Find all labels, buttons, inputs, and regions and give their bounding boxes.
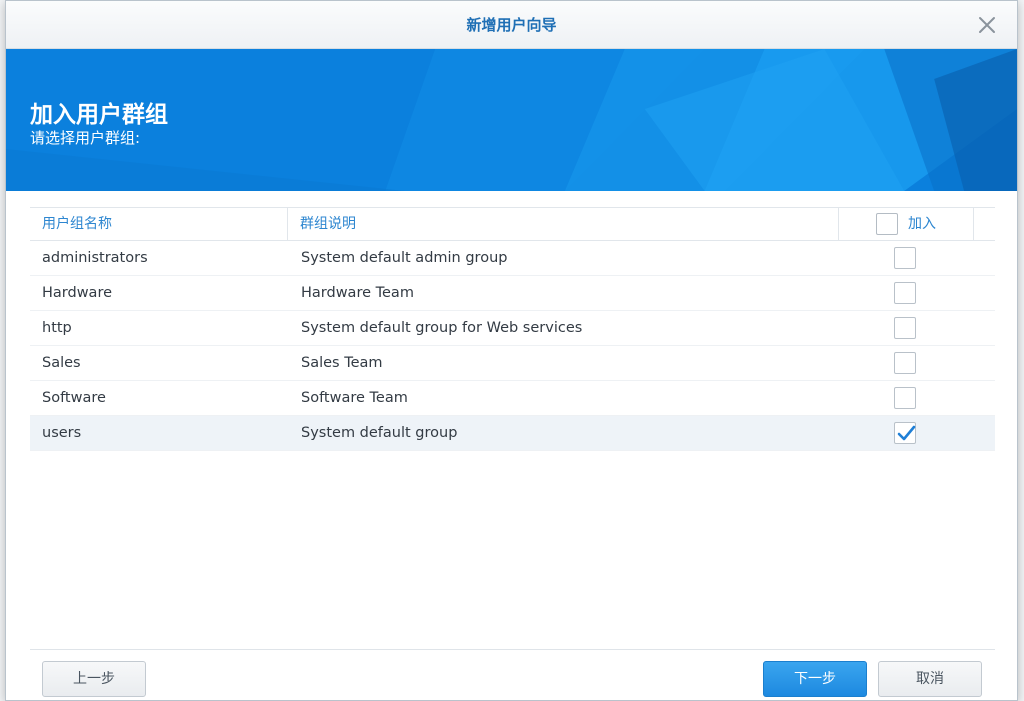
close-button[interactable] xyxy=(975,13,999,37)
cancel-button[interactable]: 取消 xyxy=(878,661,982,697)
close-icon xyxy=(979,17,995,33)
column-header-join: 加入 xyxy=(840,208,974,241)
join-checkbox-checked[interactable] xyxy=(894,422,916,444)
table-header: 用户组名称 群组说明 加入 xyxy=(30,207,995,241)
banner-heading: 加入用户群组 xyxy=(30,102,168,128)
table-row[interactable]: http System default group for Web servic… xyxy=(30,311,995,346)
table-row[interactable]: Hardware Hardware Team xyxy=(30,276,995,311)
group-description-cell: System default group xyxy=(301,425,458,441)
group-description-cell: System default group for Web services xyxy=(301,320,583,336)
previous-step-button[interactable]: 上一步 xyxy=(42,661,146,697)
column-header-description[interactable]: 群组说明 xyxy=(289,208,839,241)
join-checkbox[interactable] xyxy=(894,282,916,304)
group-description-cell: Hardware Team xyxy=(301,285,414,301)
wizard-banner: 加入用户群组 请选择用户群组: xyxy=(6,49,1017,191)
group-name-cell: Hardware xyxy=(42,285,113,301)
table-row[interactable]: Sales Sales Team xyxy=(30,346,995,381)
group-description-cell: Software Team xyxy=(301,390,408,406)
group-name-cell: http xyxy=(42,320,72,336)
user-group-table: 用户组名称 群组说明 加入 administrators System defa… xyxy=(30,207,995,451)
group-name-cell: Software xyxy=(42,390,106,406)
checkmark-icon xyxy=(897,425,916,441)
group-name-cell: administrators xyxy=(42,250,148,266)
join-checkbox[interactable] xyxy=(894,387,916,409)
table-row[interactable]: administrators System default admin grou… xyxy=(30,241,995,276)
join-checkbox[interactable] xyxy=(894,352,916,374)
join-checkbox[interactable] xyxy=(894,247,916,269)
table-row[interactable]: Software Software Team xyxy=(30,381,995,416)
join-checkbox[interactable] xyxy=(894,317,916,339)
group-name-cell: users xyxy=(42,425,82,441)
add-user-wizard-dialog: 新增用户向导 加入用户群组 请选择用户群组: 用户组名称 群组说明 加入 adm… xyxy=(5,0,1018,701)
column-header-join-label: 加入 xyxy=(908,216,936,232)
group-name-cell: Sales xyxy=(42,355,81,371)
select-all-checkbox[interactable] xyxy=(876,213,898,235)
banner-subheading: 请选择用户群组: xyxy=(30,129,141,147)
dialog-title: 新增用户向导 xyxy=(466,16,557,34)
group-description-cell: System default admin group xyxy=(301,250,508,266)
group-description-cell: Sales Team xyxy=(301,355,383,371)
footer-divider xyxy=(30,649,995,650)
table-row-selected[interactable]: users System default group xyxy=(30,416,995,451)
dialog-titlebar: 新增用户向导 xyxy=(6,1,1017,49)
next-step-button[interactable]: 下一步 xyxy=(763,661,867,697)
column-header-group-name[interactable]: 用户组名称 xyxy=(30,208,288,241)
